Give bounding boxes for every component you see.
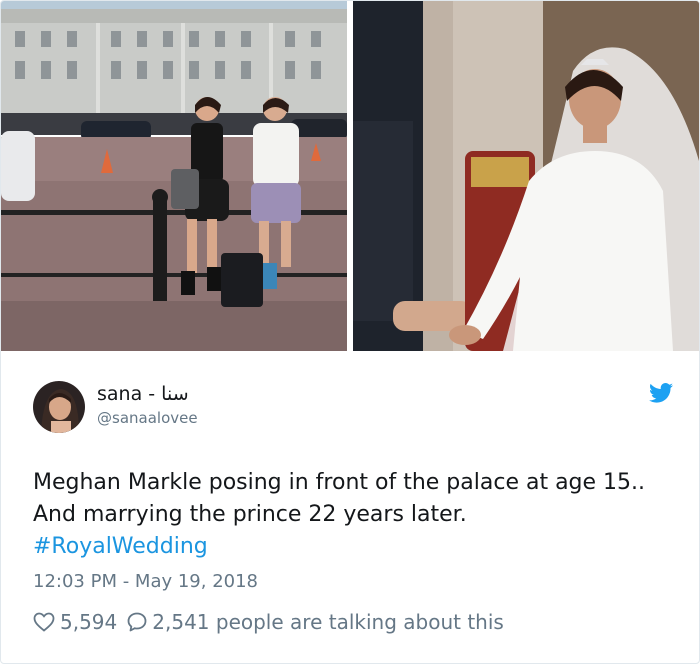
like-count: 5,594 bbox=[60, 610, 118, 634]
hashtag-link[interactable]: #RoyalWedding bbox=[33, 531, 673, 563]
talking-stat[interactable]: 2,541 people are talking about this bbox=[127, 610, 504, 634]
palace-photo[interactable] bbox=[1, 1, 347, 351]
avatar[interactable] bbox=[33, 381, 85, 433]
heart-icon bbox=[33, 612, 55, 632]
tweet-stats: 5,594 2,541 people are talking about thi… bbox=[33, 607, 504, 637]
tweet-timestamp[interactable]: 12:03 PM - May 19, 2018 bbox=[33, 571, 258, 592]
tweet-header: sana - سنا @sanaalovee bbox=[33, 381, 673, 437]
wedding-photo[interactable] bbox=[353, 1, 699, 351]
tweet-card: sana - سنا @sanaalovee Meghan Markle pos… bbox=[0, 0, 700, 664]
user-handle[interactable]: @sanaalovee bbox=[97, 409, 198, 427]
display-name[interactable]: sana - سنا bbox=[97, 383, 189, 405]
twitter-bird-icon[interactable] bbox=[649, 383, 673, 403]
tweet-body: Meghan Markle posing in front of the pal… bbox=[33, 470, 646, 527]
tweet-media[interactable] bbox=[1, 1, 699, 351]
talking-count: 2,541 people are talking about this bbox=[152, 610, 504, 634]
like-stat[interactable]: 5,594 bbox=[33, 610, 117, 634]
tweet-text: Meghan Markle posing in front of the pal… bbox=[33, 467, 673, 563]
speech-bubble-icon bbox=[127, 612, 147, 632]
